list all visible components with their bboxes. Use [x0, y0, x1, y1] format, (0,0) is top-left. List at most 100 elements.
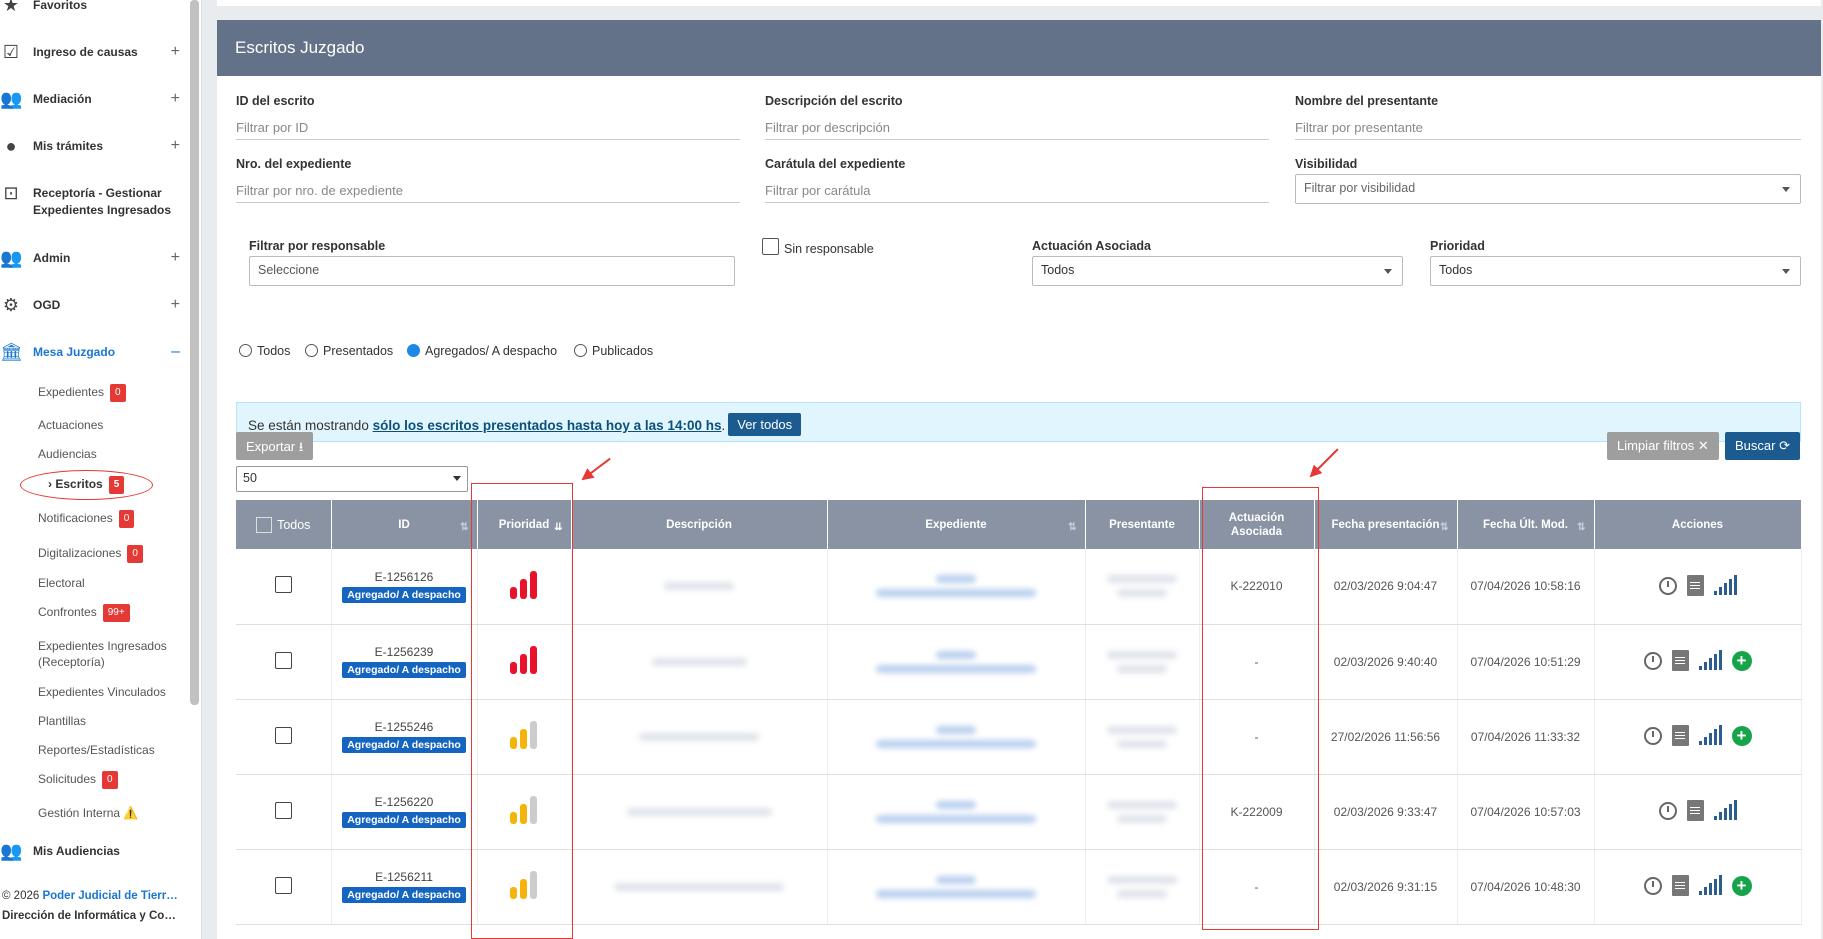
- expediente-cell[interactable]: [827, 549, 1086, 625]
- priority-signal-icon[interactable]: [1698, 724, 1722, 745]
- document-icon[interactable]: [1686, 575, 1704, 596]
- col-presentante[interactable]: Presentante: [1085, 500, 1200, 549]
- subnav-gestion-interna[interactable]: Gestión Interna ⚠️: [38, 805, 138, 821]
- sin-responsable-checkbox[interactable]: Sin responsable: [762, 238, 874, 256]
- fecha-mod-cell: 07/04/2026 11:33:32: [1457, 699, 1595, 775]
- subnav-expedientes[interactable]: Expedientes 0: [38, 384, 126, 402]
- add-circle-icon[interactable]: +: [1731, 725, 1752, 746]
- subnav-escritos[interactable]: › Escritos 5: [48, 476, 125, 494]
- search-button[interactable]: Buscar ⟳: [1725, 432, 1800, 460]
- col-id[interactable]: ID ⇅: [331, 500, 478, 549]
- radio-publicados[interactable]: Publicados: [574, 344, 653, 358]
- ver-todos-button[interactable]: Ver todos: [728, 413, 802, 436]
- subnav-notificaciones[interactable]: Notificaciones 0: [38, 510, 135, 528]
- sort-icon[interactable]: ⇅: [1068, 521, 1076, 535]
- sort-icon[interactable]: ⇅: [1440, 521, 1448, 535]
- col-expediente[interactable]: Expediente ⇅: [827, 500, 1086, 549]
- blurred-text: [639, 732, 759, 741]
- document-icon[interactable]: [1686, 800, 1704, 822]
- subnav-digitalizaciones[interactable]: Digitalizaciones 0: [38, 545, 143, 563]
- expediente-cell[interactable]: [827, 774, 1086, 850]
- blurred-text: [1117, 889, 1167, 898]
- expand-icon[interactable]: +: [171, 247, 180, 269]
- priority-signal-icon[interactable]: [1713, 799, 1737, 820]
- col-select-all[interactable]: Todos: [236, 500, 332, 549]
- footer-department: Dirección de Informática y Co…: [2, 910, 176, 922]
- row-select-cell[interactable]: [236, 549, 332, 625]
- col-fecha-presentacion[interactable]: Fecha presentación ⇅: [1314, 500, 1458, 549]
- count-badge: 0: [127, 545, 143, 563]
- expediente-cell[interactable]: [827, 624, 1086, 700]
- sidebar-scrollbar[interactable]: [190, 0, 199, 705]
- nro-filter-input[interactable]: Filtrar por nro. de expediente: [236, 181, 740, 203]
- presentante-filter-input[interactable]: Filtrar por presentante: [1295, 118, 1801, 140]
- row-checkbox[interactable]: [274, 726, 292, 744]
- page-size-select[interactable]: 50: [236, 466, 468, 492]
- responsable-select[interactable]: Seleccione: [249, 256, 735, 286]
- sort-icon[interactable]: ⇅: [1577, 521, 1585, 535]
- row-checkbox[interactable]: [274, 651, 292, 669]
- row-select-cell[interactable]: [236, 774, 332, 850]
- row-select-cell[interactable]: [236, 849, 332, 925]
- export-button[interactable]: Exportar ⭳: [236, 432, 314, 460]
- select-all-checkbox[interactable]: [256, 516, 273, 533]
- prioridad-select[interactable]: Todos: [1430, 256, 1801, 286]
- history-clock-icon[interactable]: [1643, 726, 1662, 745]
- document-icon[interactable]: [1671, 725, 1689, 747]
- desc-filter-input[interactable]: Filtrar por descripción: [765, 118, 1269, 140]
- row-checkbox[interactable]: [274, 801, 292, 819]
- col-fecha-mod[interactable]: Fecha Últ. Mod. ⇅: [1457, 500, 1595, 549]
- chevron-down-icon: [1384, 269, 1392, 274]
- subnav-audiencias[interactable]: Audiencias: [38, 446, 97, 462]
- descripcion-cell: [571, 849, 828, 925]
- row-checkbox[interactable]: [274, 576, 292, 594]
- add-circle-icon[interactable]: +: [1731, 875, 1752, 896]
- priority-signal-icon[interactable]: [1713, 574, 1737, 595]
- expand-icon[interactable]: +: [171, 88, 180, 110]
- subnav-solicitudes[interactable]: Solicitudes 0: [38, 771, 118, 789]
- row-checkbox[interactable]: [274, 876, 292, 894]
- radio-todos[interactable]: Todos: [239, 344, 290, 358]
- radio-agregados[interactable]: Agregados/ A despacho: [407, 344, 557, 358]
- sort-icon[interactable]: ⇅: [460, 521, 468, 535]
- subnav-confrontes[interactable]: Confrontes 99+: [38, 604, 130, 622]
- subnav-expedientes-vinculados[interactable]: Expedientes Vinculados: [38, 684, 166, 700]
- expand-icon[interactable]: +: [171, 135, 180, 157]
- radio-presentados[interactable]: Presentados: [305, 344, 393, 358]
- id-cell: E-1256239 Agregado/ A despacho: [331, 624, 478, 700]
- blurred-link: [936, 725, 976, 734]
- descripcion-cell: [571, 624, 828, 700]
- footer-link[interactable]: Poder Judicial de Tierr…: [42, 890, 177, 902]
- history-clock-icon[interactable]: [1643, 876, 1662, 895]
- expediente-cell[interactable]: [827, 699, 1086, 775]
- caratula-filter-input[interactable]: Filtrar por carátula: [765, 181, 1269, 203]
- priority-signal-icon[interactable]: [1698, 649, 1722, 670]
- row-select-cell[interactable]: [236, 699, 332, 775]
- collapse-icon[interactable]: –: [171, 341, 180, 363]
- add-circle-icon[interactable]: +: [1731, 650, 1752, 671]
- nav-item-receptoria[interactable]: ⊡ Receptoría - Gestionar Expedientes Ing…: [0, 182, 190, 222]
- history-clock-icon[interactable]: [1658, 801, 1677, 820]
- row-select-cell[interactable]: [236, 624, 332, 700]
- id-filter-input[interactable]: Filtrar por ID: [236, 118, 740, 140]
- document-icon[interactable]: [1671, 650, 1689, 672]
- subnav-reportes[interactable]: Reportes/Estadísticas: [38, 742, 155, 758]
- visibilidad-select[interactable]: Filtrar por visibilidad: [1295, 174, 1801, 204]
- history-clock-icon[interactable]: [1643, 651, 1662, 670]
- blurred-link: [876, 739, 1036, 748]
- expand-icon[interactable]: +: [171, 294, 180, 316]
- expediente-cell[interactable]: [827, 849, 1086, 925]
- priority-signal-icon[interactable]: [1698, 874, 1722, 895]
- subnav-expedientes-ingresados[interactable]: Expedientes Ingresados (Receptoría): [38, 638, 188, 670]
- history-clock-icon[interactable]: [1658, 576, 1677, 595]
- clear-filters-button[interactable]: Limpiar filtros ✕: [1607, 432, 1719, 460]
- actuacion-select[interactable]: Todos: [1032, 256, 1403, 286]
- col-descripcion[interactable]: Descripción: [571, 500, 828, 549]
- subnav-plantillas[interactable]: Plantillas: [38, 713, 86, 729]
- checkbox-box: [762, 238, 779, 255]
- expand-icon[interactable]: +: [171, 41, 180, 63]
- document-icon[interactable]: [1671, 875, 1689, 897]
- prioridad-label: Prioridad: [1430, 239, 1485, 253]
- subnav-actuaciones[interactable]: Actuaciones: [38, 417, 103, 433]
- subnav-electoral[interactable]: Electoral: [38, 575, 85, 591]
